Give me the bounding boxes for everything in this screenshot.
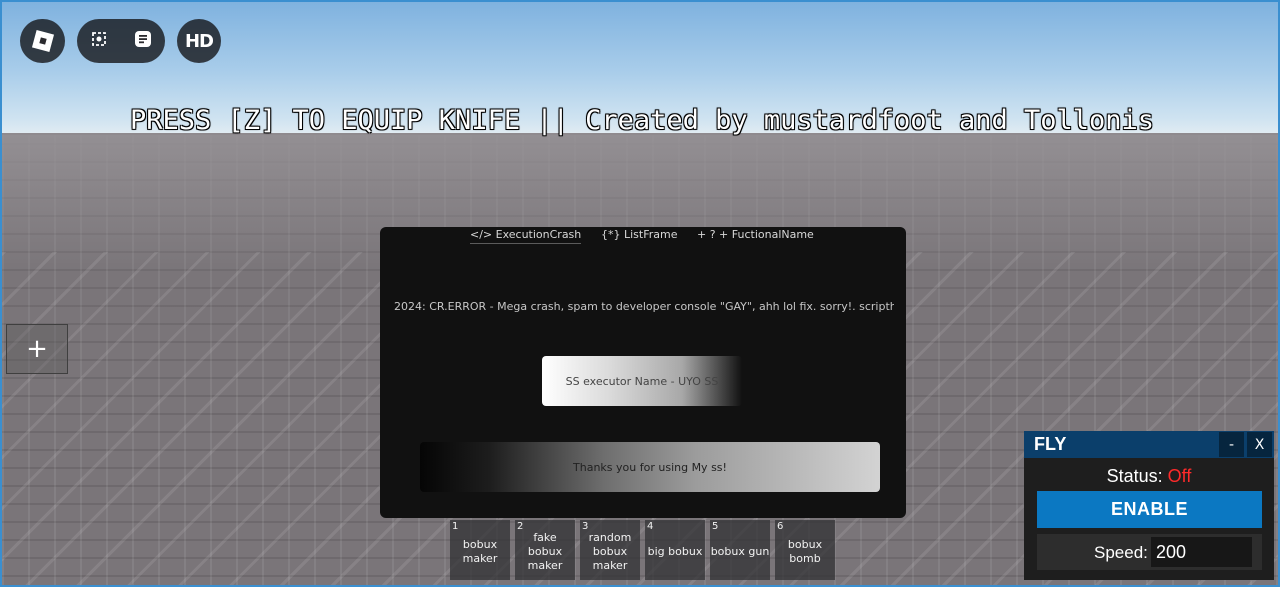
status-value: Off (1167, 466, 1192, 486)
tab-execution-crash[interactable]: </> ExecutionCrash (470, 228, 582, 244)
slot-number: 6 (777, 521, 784, 532)
speed-label: Speed: (1094, 543, 1148, 562)
plus-icon: + (26, 334, 48, 364)
topbar-group (77, 19, 165, 63)
roblox-menu-button[interactable] (20, 19, 65, 63)
chat-icon[interactable] (133, 29, 153, 53)
slot-label: bobux gun (710, 545, 770, 558)
hotbar-slot-3[interactable]: 3 random bobux maker (580, 520, 640, 580)
hotbar: 1 bobux maker 2 fake bobux maker 3 rando… (450, 520, 835, 580)
hd-label: HD (184, 30, 214, 52)
enable-button[interactable]: ENABLE (1037, 491, 1262, 528)
game-viewport[interactable]: HD PRESS [Z] TO EQUIP KNIFE || Created b… (0, 0, 1280, 587)
slot-label: fake bobux maker (527, 531, 563, 572)
slot-number: 3 (582, 521, 589, 532)
thanks-label: Thanks you for using My ss! (573, 460, 727, 474)
hotbar-slot-1[interactable]: 1 bobux maker (450, 520, 510, 580)
slot-label: big bobux (647, 545, 703, 558)
speed-input[interactable] (1151, 537, 1252, 567)
slot-label: bobux maker (462, 538, 498, 565)
roblox-logo-icon (31, 29, 54, 53)
fly-title: FLY (1034, 434, 1067, 454)
knife-instruction-text: PRESS [Z] TO EQUIP KNIFE || Created by m… (129, 105, 1155, 136)
fly-panel: FLY - X Status: Off ENABLE Speed: (1024, 431, 1274, 580)
hotbar-slot-4[interactable]: 4 big bobux (645, 520, 705, 580)
selfie-view-icon[interactable] (89, 29, 109, 53)
thanks-banner[interactable]: Thanks you for using My ss! (420, 442, 880, 492)
slot-number: 5 (712, 521, 719, 532)
status-label: Status: (1106, 466, 1163, 486)
slot-number: 2 (517, 521, 524, 532)
add-button[interactable]: + (6, 324, 68, 374)
hd-button[interactable]: HD (177, 19, 221, 63)
executor-window: </> ExecutionCrash {*} ListFrame + ? + F… (380, 227, 906, 518)
fly-header[interactable]: FLY - X (1024, 431, 1274, 458)
slot-label: random bobux maker (588, 531, 632, 572)
error-message: 2024: CR.ERROR - Mega crash, spam to dev… (394, 300, 894, 313)
tab-list-frame[interactable]: {*} ListFrame (601, 228, 678, 241)
slot-number: 1 (452, 521, 459, 532)
fly-status: Status: Off (1024, 466, 1274, 487)
executor-name-label: SS executor Name - UYO SS (565, 374, 719, 388)
hotbar-slot-6[interactable]: 6 bobux bomb (775, 520, 835, 580)
hotbar-slot-5[interactable]: 5 bobux gun (710, 520, 770, 580)
close-button[interactable]: X (1247, 432, 1272, 457)
slot-label: bobux bomb (787, 538, 823, 565)
minimize-button[interactable]: - (1219, 432, 1244, 457)
tab-functional-name[interactable]: + ? + FuctionalName (697, 228, 814, 241)
speed-row: Speed: (1037, 534, 1262, 570)
hotbar-slot-2[interactable]: 2 fake bobux maker (515, 520, 575, 580)
slot-number: 4 (647, 521, 654, 532)
executor-name-button[interactable]: SS executor Name - UYO SS (542, 356, 742, 406)
